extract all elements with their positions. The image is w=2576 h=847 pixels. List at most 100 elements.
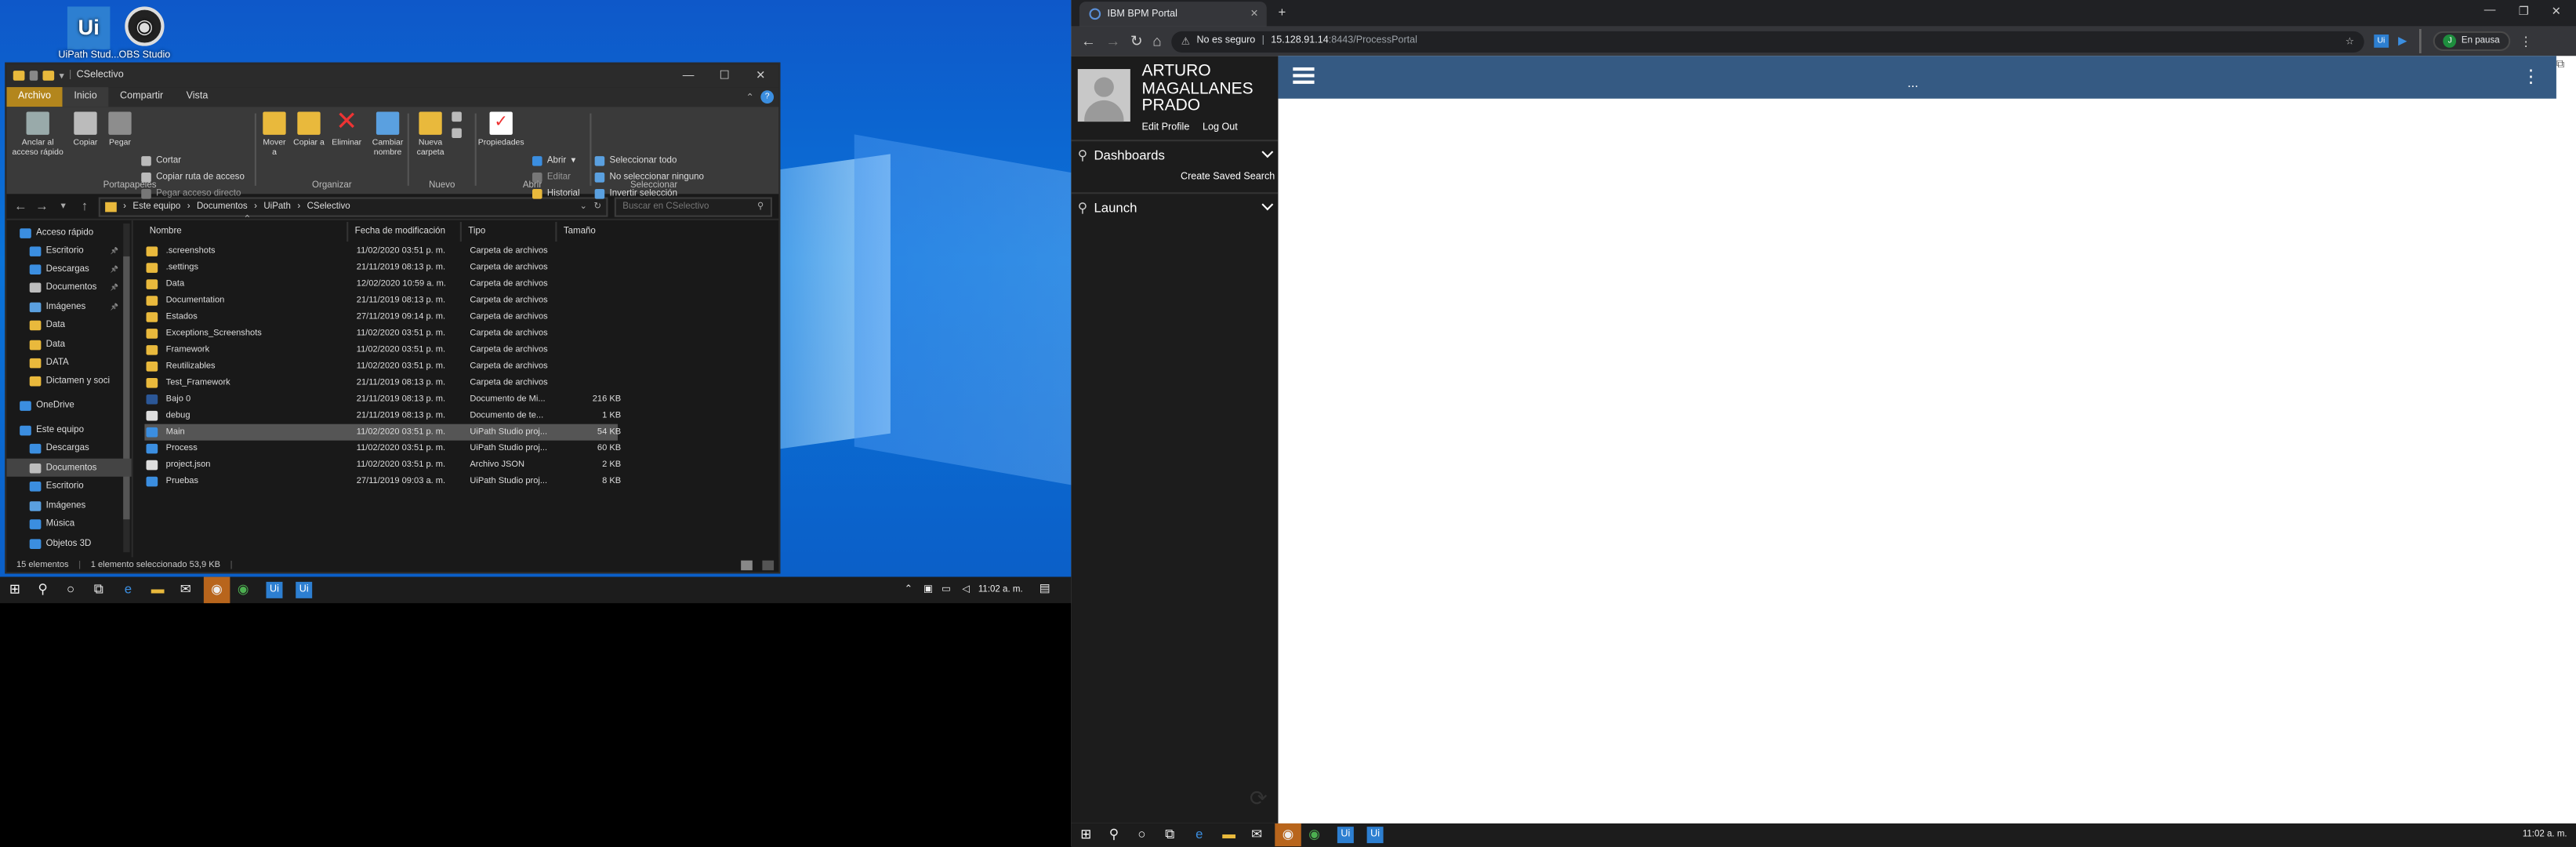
new-tab-icon[interactable]: + — [1278, 5, 1286, 20]
launch-menu[interactable]: ⚲ Launch — [1071, 192, 1279, 220]
uipath-extension-icon[interactable]: Ui — [2374, 35, 2389, 48]
back-icon[interactable]: ← — [1081, 33, 1096, 49]
properties-icon[interactable] — [29, 71, 38, 81]
home-icon[interactable]: ⌂ — [1152, 33, 1161, 49]
breadcrumb-cselectivo[interactable]: CSelectivo — [307, 202, 350, 212]
delete-button[interactable]: ✕ Eliminar — [328, 109, 365, 147]
forward-icon[interactable]: → — [34, 199, 49, 214]
file-row[interactable]: .settings 21/11/2019 08:13 p. m. Carpeta d… — [144, 260, 618, 276]
nav-item[interactable]: Descargas 📌 — [6, 260, 131, 278]
nav-item[interactable]: Descargas — [6, 439, 131, 457]
file-row[interactable]: Test_Framework 21/11/2019 08:13 p. m. Carp… — [144, 375, 618, 391]
uipath-robot-icon[interactable]: Ui — [296, 581, 313, 598]
new-folder-button[interactable]: Nueva carpeta — [412, 111, 448, 158]
nav-item[interactable]: Acceso rápido — [6, 224, 131, 242]
file-row[interactable]: Estados 27/11/2019 09:14 p. m. Carpeta de … — [144, 309, 618, 325]
file-row[interactable]: Main 11/02/2020 03:51 p. m. UiPath Studio … — [144, 424, 621, 441]
clock[interactable]: 11:02 a. m. — [976, 582, 1025, 598]
help-icon[interactable]: ? — [760, 90, 775, 104]
nav-item[interactable]: Objetos 3D — [6, 534, 131, 552]
bookmark-star-icon[interactable]: ☆ — [2346, 35, 2354, 47]
edit-profile-link[interactable]: Edit Profile — [1142, 123, 1190, 133]
chrome-icon[interactable]: ◉ — [1306, 827, 1322, 843]
file-row[interactable]: Data 12/02/2020 10:59 a. m. Carpeta de arc… — [144, 276, 618, 293]
nav-item[interactable]: OneDrive — [6, 396, 131, 414]
log-out-link[interactable]: Log Out — [1203, 123, 1238, 133]
nav-item[interactable]: Dictamen y soci — [6, 372, 131, 390]
nav-item[interactable]: Música — [6, 514, 131, 533]
browser-menu-icon[interactable]: ⋮ — [2520, 34, 2533, 49]
browser-maximize-icon[interactable]: ❐ — [2519, 5, 2529, 18]
pin-icon[interactable]: 📌 — [110, 303, 118, 311]
maximize-icon[interactable]: ☐ — [706, 69, 742, 82]
close-icon[interactable]: ✕ — [742, 69, 778, 82]
up-icon[interactable]: ↑ — [77, 199, 92, 214]
file-explorer-icon[interactable]: ▬ — [1221, 827, 1237, 843]
nav-item[interactable]: Data — [6, 336, 131, 354]
tray-chevron-icon[interactable]: ⌃ — [900, 582, 916, 598]
pin-icon[interactable]: 📌 — [110, 264, 118, 272]
search-input[interactable]: Buscar en CSelectivo ⚲ — [614, 196, 772, 216]
file-row[interactable]: Reutilizables 11/02/2020 03:51 p. m. Carpe… — [144, 358, 618, 375]
start-icon[interactable]: ⊞ — [1078, 827, 1094, 843]
tab-compartir[interactable]: Compartir — [108, 87, 175, 107]
nav-item[interactable]: Imágenes 📌 — [6, 297, 131, 315]
clock[interactable]: 11:02 a. m. — [2520, 827, 2570, 843]
pin-icon[interactable]: 📌 — [110, 282, 118, 290]
tab-vista[interactable]: Vista — [175, 87, 220, 107]
nav-item[interactable]: Documentos — [6, 458, 132, 477]
paste-button[interactable]: Pegar — [103, 111, 136, 148]
volume-icon[interactable]: ◁ — [958, 582, 974, 598]
column-header-size[interactable]: Tamaño — [559, 222, 618, 242]
edge-icon[interactable]: e — [1191, 827, 1207, 843]
open-button[interactable]: Abrir ▾ — [532, 156, 575, 166]
large-icons-view-icon[interactable] — [762, 559, 775, 570]
desktop-icon-obs[interactable]: ◉ OBS Studio — [112, 6, 178, 61]
uipath-studio-icon[interactable]: Ui — [1337, 827, 1354, 844]
refresh-icon[interactable]: ⟳ — [1246, 786, 1272, 812]
column-header-name[interactable]: Nombre — [144, 221, 349, 242]
reload-icon[interactable]: ↻ — [1130, 32, 1143, 50]
uipath-studio-icon[interactable]: Ui — [266, 581, 283, 598]
mail-icon[interactable]: ✉ — [177, 582, 194, 598]
profile-paused-button[interactable]: J En pausa — [2433, 31, 2510, 51]
breadcrumb-este-equipo[interactable]: Este equipo — [132, 202, 180, 212]
pin-icon[interactable]: 📌 — [110, 246, 118, 254]
nav-item[interactable]: Escritorio 📌 — [6, 242, 131, 260]
cortana-icon[interactable]: ○ — [1134, 827, 1150, 843]
select-all-button[interactable]: Seleccionar todo — [594, 156, 677, 166]
file-row[interactable]: debug 21/11/2019 08:13 p. m. Documento de … — [144, 408, 621, 424]
app-orange-icon[interactable]: ◉ — [203, 576, 230, 604]
address-bar[interactable]: › Este equipo › Documentos › UiPath › CSele… — [98, 196, 608, 216]
minimize-icon[interactable]: — — [670, 70, 706, 82]
file-row[interactable]: Pruebas 27/11/2019 09:03 a. m. UiPath Stud… — [144, 474, 621, 490]
browser-close-icon[interactable]: ✕ — [2552, 5, 2561, 18]
new-folder-icon[interactable] — [42, 71, 55, 81]
nav-item[interactable]: Imágenes — [6, 496, 131, 514]
file-row[interactable]: Process 11/02/2020 03:51 p. m. UiPath Stud… — [144, 441, 621, 457]
column-header-type[interactable]: Tipo — [463, 221, 557, 242]
browser-tab[interactable]: IBM BPM Portal ✕ — [1079, 2, 1267, 27]
notification-icon[interactable]: ▤ — [1036, 582, 1053, 598]
app-orange-icon[interactable]: ◉ — [1275, 823, 1301, 847]
breadcrumb-uipath[interactable]: UiPath — [263, 202, 291, 212]
network-icon[interactable]: ▭ — [938, 582, 955, 598]
nav-item[interactable]: Escritorio — [6, 477, 131, 495]
recent-dropdown-icon[interactable]: ▾ — [56, 201, 71, 213]
search-icon[interactable]: ⚲ — [1105, 827, 1122, 843]
file-explorer-icon[interactable]: ▬ — [150, 582, 166, 598]
uipath-robot-icon[interactable]: Ui — [1366, 827, 1384, 844]
address-bar[interactable]: ⚠ No es seguro | 15.128.91.14:8443/Proce… — [1171, 30, 2364, 53]
mail-icon[interactable]: ✉ — [1249, 827, 1265, 843]
start-icon[interactable]: ⊞ — [6, 582, 23, 598]
browser-minimize-icon[interactable]: — — [2484, 5, 2496, 16]
back-icon[interactable]: ← — [13, 199, 28, 214]
nav-item[interactable]: Data — [6, 315, 131, 333]
dashboards-menu[interactable]: ⚲ Dashboards — [1071, 140, 1279, 168]
new-item-button[interactable] — [452, 111, 462, 122]
extension-icon[interactable]: ▶ — [2398, 35, 2407, 48]
file-row[interactable]: Framework 11/02/2020 03:51 p. m. Carpeta d… — [144, 342, 618, 358]
hamburger-menu-icon[interactable] — [1293, 67, 1315, 84]
create-saved-search-link[interactable]: Create Saved Search — [1181, 173, 1275, 183]
task-view-icon[interactable]: ⧉ — [90, 582, 107, 598]
